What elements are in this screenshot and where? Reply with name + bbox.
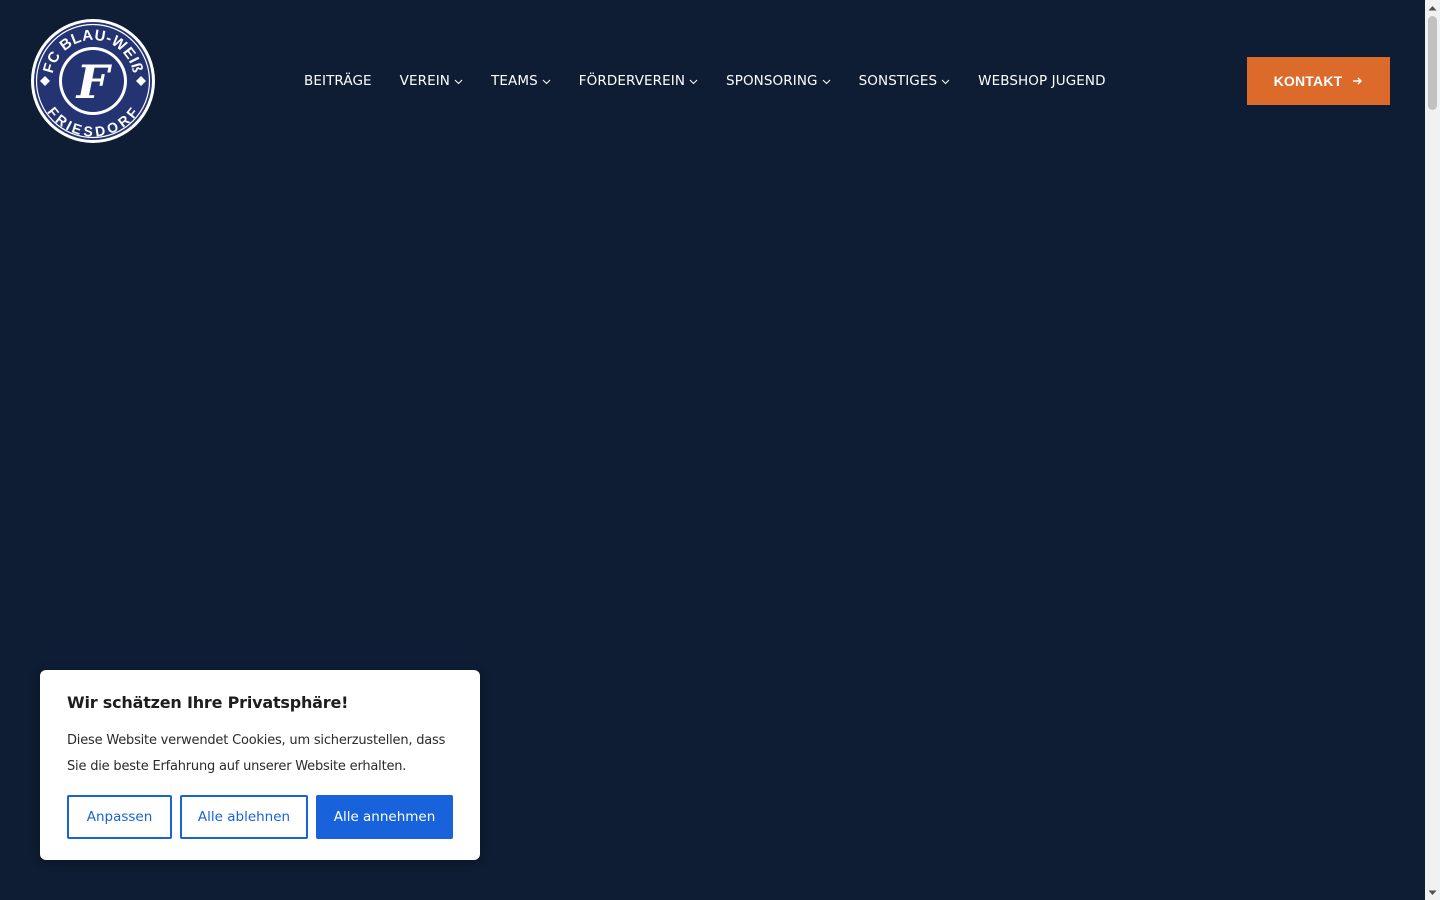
club-logo[interactable]: FC BLAU-WEIß FRIESDORF F <box>30 18 156 144</box>
nav-label: WEBSHOP JUGEND <box>978 73 1106 89</box>
cookie-text: Diese Website verwendet Cookies, um sich… <box>67 733 446 774</box>
nav-item-beitraege[interactable]: BEITRÄGE <box>304 72 372 90</box>
scrollbar[interactable] <box>1425 0 1440 900</box>
logo-monogram: F <box>75 55 113 109</box>
nav-item-teams[interactable]: TEAMS <box>491 72 551 90</box>
chevron-down-icon <box>454 77 463 86</box>
nav-label: VEREIN <box>399 73 451 89</box>
chevron-down-icon <box>542 77 551 86</box>
kontakt-label: KONTAKT <box>1273 73 1343 89</box>
main-nav: BEITRÄGE VEREIN TEAMS FÖRDERVEREIN SPONS… <box>304 72 1106 90</box>
reject-all-button[interactable]: Alle ablehnen <box>180 795 308 839</box>
club-crest-icon: FC BLAU-WEIß FRIESDORF F <box>31 19 155 143</box>
cookie-buttons: Anpassen Alle ablehnen Alle annehmen <box>67 795 453 839</box>
chevron-down-icon <box>941 77 950 86</box>
cookie-consent-banner: Wir schätzen Ihre Privatsphäre! Diese We… <box>40 670 480 860</box>
scroll-up-icon[interactable] <box>1425 0 1440 15</box>
page: FC BLAU-WEIß FRIESDORF F BEITRÄGE VEREIN… <box>0 0 1425 900</box>
nav-label: BEITRÄGE <box>304 73 372 89</box>
nav-item-webshop-jugend[interactable]: WEBSHOP JUGEND <box>978 72 1105 90</box>
nav-item-foerderverein[interactable]: FÖRDERVEREIN <box>579 72 698 90</box>
arrow-right-icon <box>1352 74 1363 89</box>
nav-item-sponsoring[interactable]: SPONSORING <box>726 72 831 90</box>
nav-item-sonstiges[interactable]: SONSTIGES <box>859 72 951 90</box>
kontakt-button[interactable]: KONTAKT <box>1247 57 1390 105</box>
scrollbar-thumb[interactable] <box>1428 16 1437 110</box>
nav-item-verein[interactable]: VEREIN <box>400 72 463 90</box>
chevron-down-icon <box>822 77 831 86</box>
accept-all-button[interactable]: Alle annehmen <box>316 795 453 839</box>
nav-label: FÖRDERVEREIN <box>578 73 686 89</box>
chevron-down-icon <box>689 77 698 86</box>
nav-label: TEAMS <box>491 73 538 89</box>
customize-button[interactable]: Anpassen <box>67 795 172 839</box>
scroll-down-icon[interactable] <box>1425 885 1440 900</box>
nav-label: SPONSORING <box>726 73 818 89</box>
nav-label: SONSTIGES <box>858 73 938 89</box>
cookie-title: Wir schätzen Ihre Privatsphäre! <box>67 693 349 712</box>
